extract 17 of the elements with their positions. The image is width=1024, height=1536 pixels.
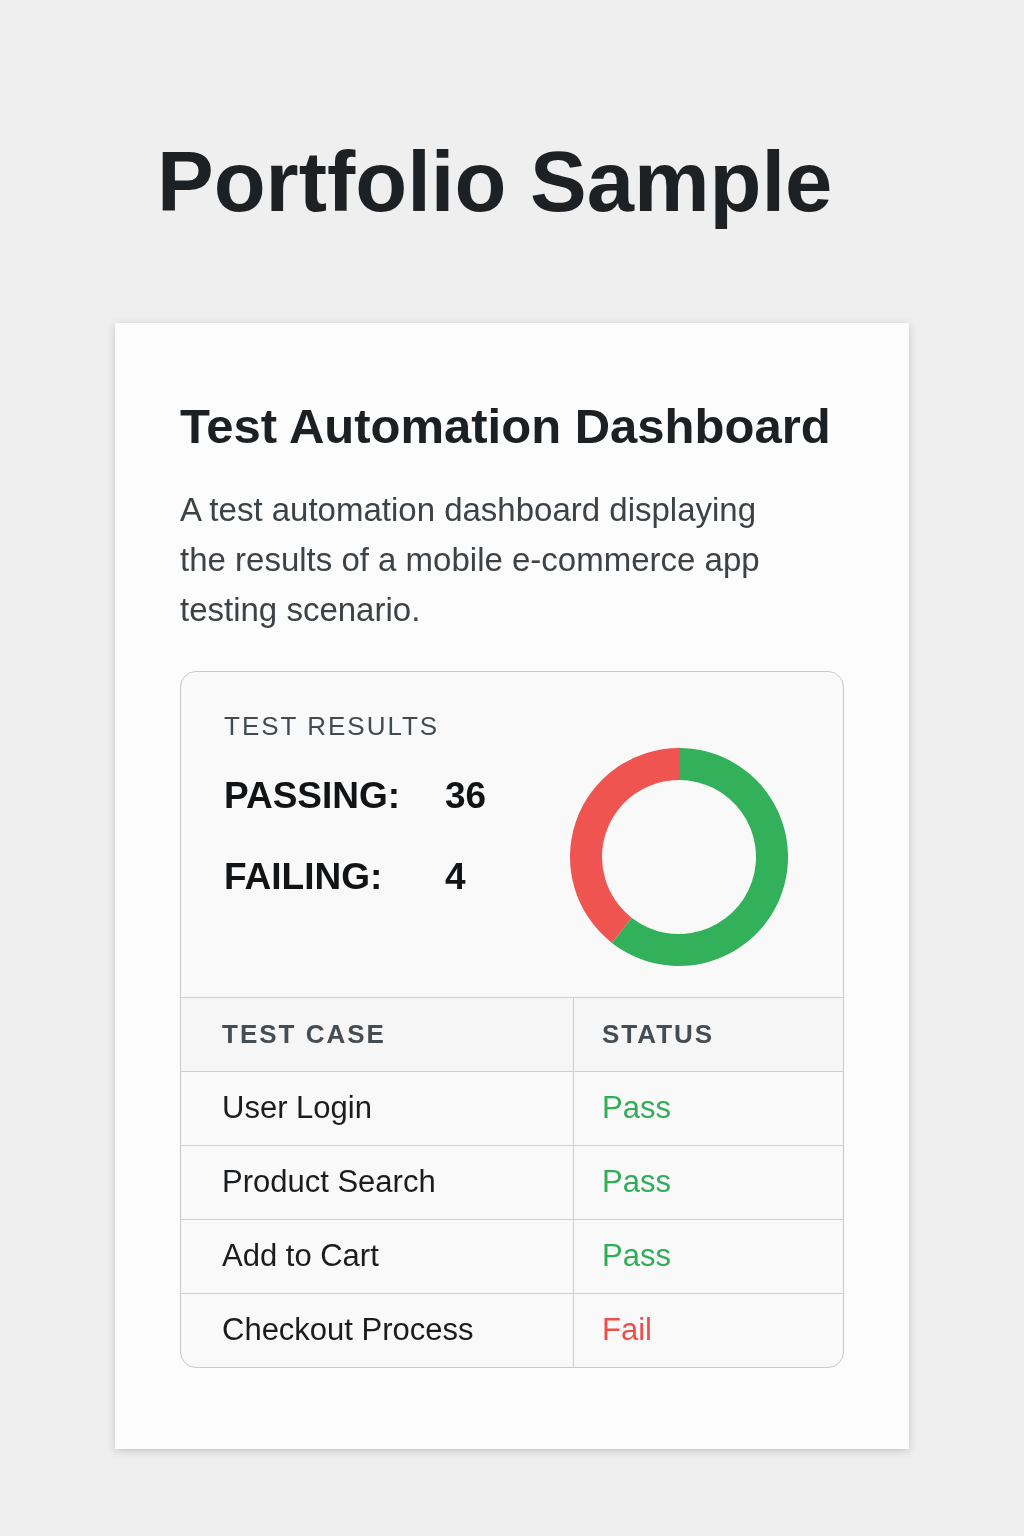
table-cell: User Login	[181, 1070, 574, 1145]
table-cell: Checkout Process	[181, 1292, 574, 1367]
table-cell: Pass	[574, 1070, 843, 1145]
card-title: Test Automation Dashboard	[180, 398, 832, 455]
table-cell: Fail	[574, 1292, 843, 1367]
table-cell: Add to Cart	[181, 1218, 574, 1293]
stat-label: PASSING:	[224, 774, 402, 818]
column-header: TEST CASE	[181, 996, 574, 1071]
page-title: Portfolio Sample	[157, 133, 833, 231]
table-cell: Product Search	[181, 1144, 574, 1219]
stat-value: 36	[445, 774, 487, 818]
table-cell: Pass	[574, 1144, 843, 1219]
section-heading: TEST RESULTS	[224, 710, 441, 742]
table-cell: Pass	[574, 1218, 843, 1293]
stat-value: 4	[445, 855, 466, 900]
card-description: A test automation dashboard displaying the results of a mobile e-commerce app testing scenario.	[180, 489, 761, 630]
stat-label: FAILING:	[224, 855, 384, 900]
